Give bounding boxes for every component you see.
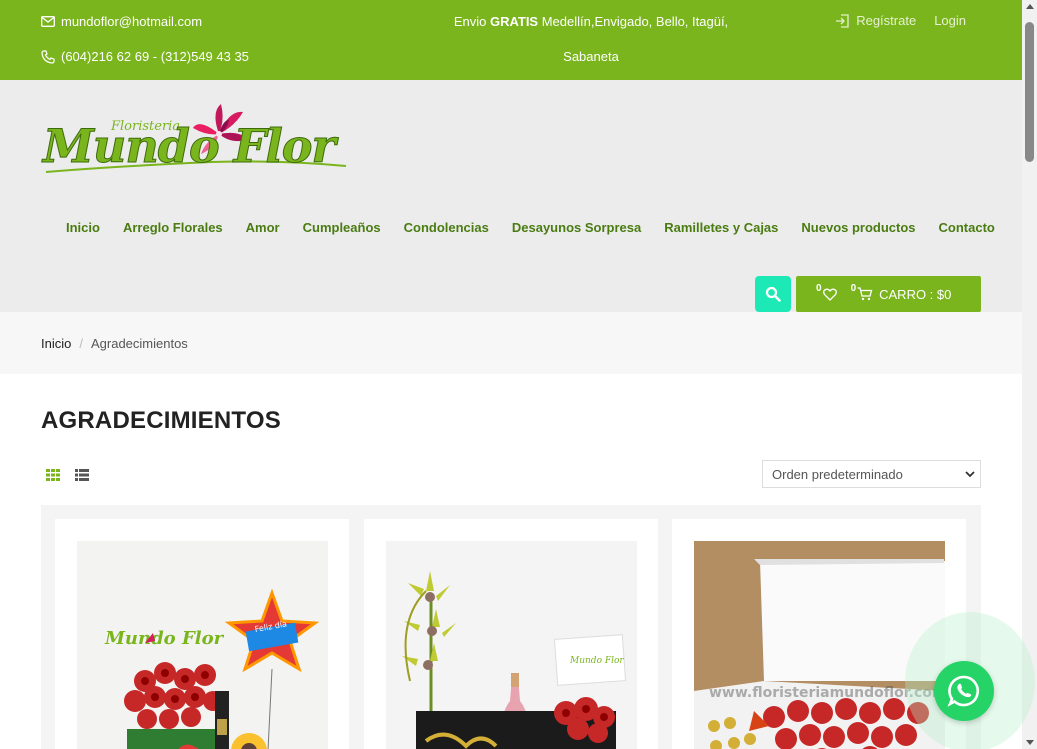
wishlist-link[interactable]: 0	[816, 283, 837, 301]
cart-link[interactable]: 0 CARRO : $0	[851, 283, 952, 302]
page-scrollbar[interactable]	[1022, 0, 1037, 749]
shipping-notice: Envio GRATIS Medellín,Envigado, Bello, I…	[440, 4, 742, 74]
list-view-toggle[interactable]	[75, 468, 89, 486]
mail-icon	[41, 16, 55, 27]
grid-icon	[46, 469, 60, 481]
product-photo-roses-balloon: Mundo Flor Feliz día	[77, 541, 328, 749]
register-label: Regístrate	[856, 13, 917, 28]
nav-inicio[interactable]: Inicio	[66, 220, 100, 235]
nav-cumpleanos[interactable]: Cumpleaños	[303, 220, 381, 235]
nav-condolencias[interactable]: Condolencias	[404, 220, 489, 235]
breadcrumb-home[interactable]: Inicio	[41, 336, 71, 351]
nav-contacto[interactable]: Contacto	[939, 220, 995, 235]
chevron-down-icon	[965, 471, 975, 478]
email-text: mundoflor@hotmail.com	[61, 14, 203, 29]
main-nav: Inicio Arreglo Florales Amor Cumpleaños …	[66, 220, 1018, 235]
logo-graphic: Floristeria Mundo Flor	[41, 104, 347, 174]
login-arrow-icon	[836, 13, 849, 28]
nav-arreglo-florales[interactable]: Arreglo Florales	[123, 220, 223, 235]
nav-amor[interactable]: Amor	[246, 220, 280, 235]
product-card-text: Mundo Flor	[569, 656, 624, 666]
product-logo-text: Mundo Flor	[104, 628, 225, 649]
list-icon	[75, 469, 89, 481]
site-header: Floristeria Mundo Flor Inicio Arreglo Fl…	[0, 80, 1022, 312]
product-photo-white-box-roses: www.floristeriamundoflor.com	[694, 541, 945, 749]
product-image[interactable]: Mundo Flor	[386, 541, 637, 749]
cart-icon	[857, 287, 873, 301]
nav-ramilletes-y-cajas[interactable]: Ramilletes y Cajas	[664, 220, 778, 235]
site-logo[interactable]: Floristeria Mundo Flor	[41, 104, 351, 194]
sort-select[interactable]: Orden predeterminado	[762, 460, 981, 488]
shipping-prefix: Envio	[453, 14, 490, 29]
shipping-line1: Medellín,Envigado, Bello, Itagüí,	[538, 14, 729, 29]
scroll-up-arrow-icon[interactable]	[1026, 4, 1034, 9]
breadcrumb-separator: /	[79, 335, 83, 351]
product-image[interactable]: www.floristeriamundoflor.com	[694, 541, 945, 749]
login-link[interactable]: Login	[934, 13, 966, 28]
grid-view-toggle[interactable]	[46, 468, 60, 486]
shipping-line2: Sabaneta	[563, 49, 619, 64]
scroll-down-arrow-icon[interactable]	[1026, 740, 1034, 745]
email-contact[interactable]: mundoflor@hotmail.com	[41, 13, 249, 30]
heart-icon	[822, 288, 837, 301]
search-icon	[765, 286, 781, 302]
breadcrumb-current: Agradecimientos	[90, 335, 188, 351]
scrollbar-thumb[interactable]	[1025, 22, 1034, 162]
product-card[interactable]: Mundo Flor	[364, 519, 658, 749]
product-image[interactable]: Mundo Flor Feliz día	[77, 541, 328, 749]
product-card[interactable]: Mundo Flor Feliz día	[55, 519, 349, 749]
wishlist-count: 0	[816, 282, 822, 294]
logo-main-text: Mundo Flor	[41, 119, 339, 173]
page-title: AGRADECIMIENTOS	[41, 407, 281, 434]
search-button[interactable]	[755, 276, 791, 312]
cart-count: 0	[850, 282, 857, 294]
cart-label: CARRO : $0	[879, 286, 952, 302]
cart-button[interactable]: 0 0 CARRO : $0	[796, 276, 981, 312]
register-link[interactable]: Regístrate	[835, 13, 916, 28]
whatsapp-button[interactable]	[934, 661, 994, 721]
top-bar: mundoflor@hotmail.com (604)216 62 69 - (…	[0, 0, 1022, 80]
phone-text: (604)216 62 69 - (312)549 43 35	[61, 49, 249, 64]
product-photo-orchid-champagne: Mundo Flor	[386, 541, 637, 749]
shipping-bold: GRATIS	[489, 14, 539, 29]
sort-selected: Orden predeterminado	[772, 466, 903, 482]
phone-icon	[41, 49, 55, 64]
phone-contact[interactable]: (604)216 62 69 - (312)549 43 35	[41, 48, 249, 65]
nav-desayunos-sorpresa[interactable]: Desayunos Sorpresa	[512, 220, 641, 235]
breadcrumb: Inicio / Agradecimientos	[0, 312, 1022, 374]
whatsapp-icon	[947, 675, 980, 707]
nav-nuevos-productos[interactable]: Nuevos productos	[801, 220, 915, 235]
main-content: AGRADECIMIENTOS Orden predeterminado Mun…	[0, 374, 1022, 749]
